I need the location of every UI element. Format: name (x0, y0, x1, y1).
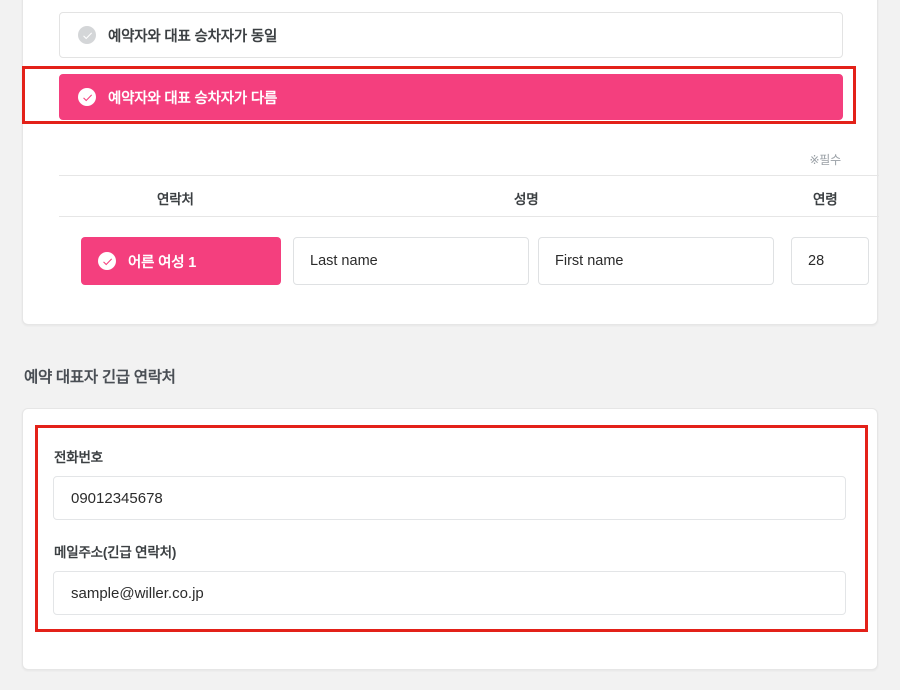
email-address-label: 메일주소(긴급 연락처) (54, 545, 177, 560)
check-circle-icon (78, 88, 96, 106)
age-input[interactable] (791, 237, 869, 285)
page-title: 예약 대표자 긴급 연락처 (24, 369, 176, 386)
option-different-from-booker-label: 예약자와 대표 승차자가 다름 (108, 90, 278, 107)
required-field-note: ※필수 (809, 153, 841, 167)
emergency-contact-card (22, 408, 878, 670)
column-header-name: 성명 (514, 192, 539, 207)
phone-number-input[interactable] (53, 476, 846, 520)
phone-number-label: 전화번호 (54, 450, 103, 465)
check-circle-icon (98, 252, 116, 270)
option-different-from-booker[interactable]: 예약자와 대표 승차자가 다름 (59, 74, 843, 120)
option-same-as-booker-label: 예약자와 대표 승차자가 동일 (108, 28, 278, 45)
option-same-as-booker[interactable]: 예약자와 대표 승차자가 동일 (59, 12, 843, 58)
passenger-type-badge-label: 어른 여성 1 (128, 254, 197, 271)
email-address-input[interactable] (53, 571, 846, 615)
first-name-input[interactable] (538, 237, 774, 285)
passenger-details-card: 예약자와 대표 승차자가 동일 예약자와 대표 승차자가 다름 ※필수 연락처 … (22, 0, 879, 325)
passenger-table-header: 연락처 성명 연령 (59, 175, 879, 217)
column-header-contact: 연락처 (157, 192, 194, 207)
table-row: 어른 여성 1 (59, 237, 879, 285)
last-name-input[interactable] (293, 237, 529, 285)
column-header-age: 연령 (813, 192, 838, 207)
passenger-type-badge[interactable]: 어른 여성 1 (81, 237, 281, 285)
check-circle-icon (78, 26, 96, 44)
